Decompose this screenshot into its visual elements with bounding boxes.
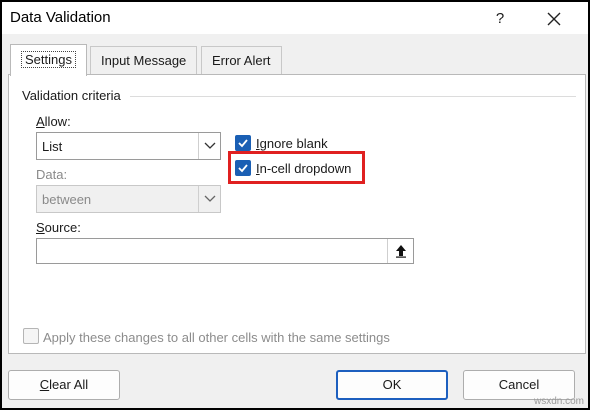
group-divider bbox=[130, 96, 576, 97]
title-bar: Data Validation ? bbox=[2, 2, 588, 34]
close-icon[interactable] bbox=[542, 7, 566, 31]
ok-button[interactable]: OK bbox=[336, 370, 448, 400]
apply-all-checkbox bbox=[23, 328, 39, 344]
question-mark-icon[interactable]: ? bbox=[488, 7, 512, 31]
ignore-blank-checkbox[interactable] bbox=[235, 135, 251, 151]
data-value: between bbox=[42, 192, 92, 207]
in-cell-dropdown-label: In-cell dropdown bbox=[256, 161, 352, 176]
validation-criteria-heading: Validation criteria bbox=[22, 88, 121, 103]
source-label: Source: bbox=[36, 220, 81, 235]
watermark: wsxdn.com bbox=[533, 396, 584, 407]
source-input[interactable] bbox=[36, 238, 414, 264]
allow-select[interactable]: List bbox=[36, 132, 221, 160]
allow-value: List bbox=[42, 139, 63, 154]
settings-panel bbox=[8, 74, 586, 354]
ignore-blank-label: Ignore blank bbox=[256, 136, 328, 151]
data-label: Data: bbox=[36, 167, 68, 182]
checkmark-icon bbox=[238, 164, 248, 173]
allow-label: Allow: bbox=[36, 114, 71, 129]
checkmark-icon bbox=[238, 139, 248, 148]
in-cell-dropdown-checkbox[interactable] bbox=[235, 160, 251, 176]
apply-all-label: Apply these changes to all other cells w… bbox=[43, 330, 390, 345]
data-select: between bbox=[36, 185, 221, 213]
tab-input-message[interactable]: Input Message bbox=[90, 46, 198, 74]
tab-settings[interactable]: Settings bbox=[10, 44, 87, 76]
chevron-down-icon[interactable] bbox=[198, 133, 220, 159]
dialog-title: Data Validation bbox=[10, 9, 111, 26]
clear-all-button[interactable]: Clear All bbox=[8, 370, 120, 400]
upload-arrow-icon[interactable] bbox=[387, 239, 413, 263]
chevron-down-icon bbox=[198, 186, 220, 212]
tab-error-alert[interactable]: Error Alert bbox=[201, 46, 282, 74]
